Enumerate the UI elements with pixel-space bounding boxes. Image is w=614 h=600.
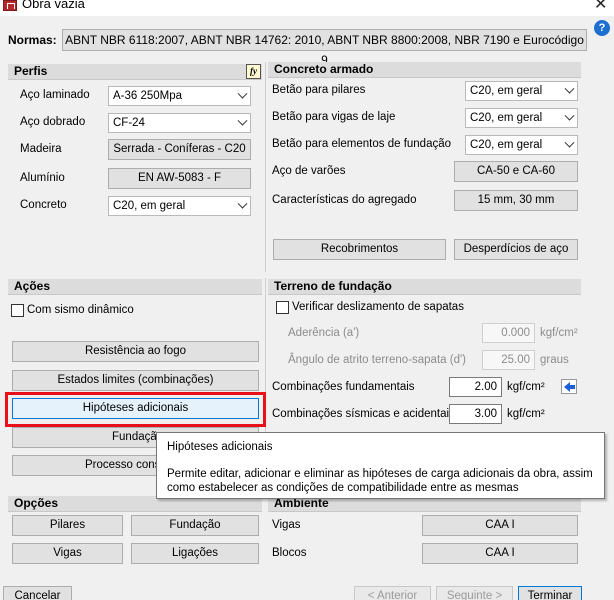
verificar-deslizamento-checkbox[interactable] [276, 301, 289, 314]
aco-dobrado-select[interactable]: CF-24 [108, 113, 251, 133]
aderencia-label: Aderência (a') [288, 327, 360, 339]
aluminio-button[interactable]: EN AW-5083 - F [108, 168, 251, 189]
angulo-label: Ângulo de atrito terreno-sapata (d') [288, 354, 466, 366]
aderencia-input[interactable]: 0.000 [482, 323, 535, 343]
aco-laminado-select[interactable]: A-36 250Mpa [108, 86, 251, 106]
aco-dobrado-value: CF-24 [113, 117, 145, 129]
comb-sismicas-unit: kgf/cm² [507, 408, 545, 420]
aderencia-unit: kgf/cm² [540, 327, 578, 339]
column-separator [265, 62, 266, 272]
betao-vigas-label: Betão para vigas de laje [272, 111, 396, 123]
agregado-button[interactable]: 15 mm, 30 mm [454, 190, 578, 211]
aco-dobrado-label: Aço dobrado [20, 116, 86, 128]
betao-pilares-label: Betão para pilares [272, 84, 366, 96]
normas-label: Normas: [8, 33, 57, 47]
comb-fundamentais-input[interactable]: 2.00 [449, 377, 502, 397]
arrow-left-icon[interactable] [561, 379, 577, 394]
comb-sismicas-input[interactable]: 3.00 [449, 404, 502, 424]
recobrimentos-button[interactable]: Recobrimentos [273, 239, 446, 260]
aco-laminado-label: Aço laminado [20, 89, 90, 101]
comb-fundamentais-unit: kgf/cm² [507, 381, 545, 393]
sismo-checkbox[interactable] [11, 304, 24, 317]
opcoes-ligacoes-button[interactable]: Ligações [131, 543, 259, 564]
chevron-down-icon [237, 198, 248, 209]
title-bar [0, 0, 614, 16]
app-icon [3, 0, 17, 11]
close-icon[interactable]: ✕ [594, 0, 607, 14]
highlight-outline [5, 392, 266, 427]
betao-vigas-value: C20, em geral [470, 112, 543, 124]
window-title: Obra vazia [22, 0, 85, 11]
chevron-down-icon [564, 110, 575, 121]
betao-fundacao-value: C20, em geral [470, 139, 543, 151]
concreto-value: C20, em geral [113, 200, 186, 212]
ambiente-blocos-button[interactable]: CAA I [422, 543, 578, 564]
normas-button[interactable]: ABNT NBR 6118:2007, ABNT NBR 14762: 2010… [62, 29, 587, 67]
opcoes-fundacao-button[interactable]: Fundação [131, 515, 259, 536]
ambiente-blocos-label: Blocos [272, 547, 307, 559]
ambiente-vigas-label: Vigas [272, 519, 301, 531]
aco-varoes-button[interactable]: CA-50 e CA-60 [454, 161, 578, 182]
tooltip-title: Hipóteses adicionais [167, 441, 273, 453]
agregado-label: Características do agregado [272, 194, 417, 206]
cancelar-button[interactable]: Cancelar [3, 586, 72, 600]
seguinte-button[interactable]: Seguinte > [436, 586, 513, 600]
angulo-unit: graus [540, 354, 569, 366]
madeira-label: Madeira [20, 143, 62, 155]
betao-pilares-select[interactable]: C20, em geral [465, 81, 578, 101]
desperdicios-button[interactable]: Desperdícios de aço [454, 239, 578, 260]
comb-sismicas-label: Combinações sísmicas e acidentais [272, 408, 455, 420]
help-icon[interactable]: ? [594, 20, 610, 36]
concreto-select[interactable]: C20, em geral [108, 196, 251, 216]
madeira-button[interactable]: Serrada - Coníferas - C20 [108, 139, 251, 160]
chevron-down-icon [237, 115, 248, 126]
betao-pilares-value: C20, em geral [470, 85, 543, 97]
aluminio-label: Alumínio [20, 172, 65, 184]
betao-fundacao-label: Betão para elementos de fundação [272, 138, 452, 150]
chevron-down-icon [237, 88, 248, 99]
concreto-label: Concreto [20, 199, 67, 211]
estados-limites-button[interactable]: Estados limites (combinações) [12, 370, 259, 391]
tooltip-body: Permite editar, adicionar e eliminar as … [167, 468, 593, 494]
terreno-header: Terreno de fundação [268, 279, 581, 295]
opcoes-pilares-button[interactable]: Pilares [12, 515, 123, 536]
betao-vigas-select[interactable]: C20, em geral [465, 108, 578, 128]
tooltip: Hipóteses adicionais Permite editar, adi… [156, 432, 605, 499]
resistencia-fogo-button[interactable]: Resistência ao fogo [12, 341, 259, 362]
opcoes-vigas-button[interactable]: Vigas [12, 543, 123, 564]
aco-laminado-value: A-36 250Mpa [113, 90, 183, 102]
acoes-header: Ações [8, 279, 262, 295]
terminar-button[interactable]: Terminar [518, 586, 582, 600]
ambiente-vigas-button[interactable]: CAA I [422, 515, 578, 536]
verificar-deslizamento-label: Verificar deslizamento de sapatas [292, 301, 464, 313]
anterior-button[interactable]: < Anterior [354, 586, 431, 600]
sismo-label: Com sismo dinâmico [27, 304, 134, 316]
angulo-input[interactable]: 25.00 [482, 350, 535, 370]
fy-icon[interactable]: fy [246, 64, 261, 79]
chevron-down-icon [564, 83, 575, 94]
betao-fundacao-select[interactable]: C20, em geral [465, 135, 578, 155]
aco-varoes-label: Aço de varões [272, 165, 346, 177]
chevron-down-icon [564, 137, 575, 148]
perfis-header: Perfis [8, 64, 262, 80]
comb-fundamentais-label: Combinações fundamentais [272, 381, 415, 393]
concreto-armado-header: Concreto armado [268, 62, 581, 78]
